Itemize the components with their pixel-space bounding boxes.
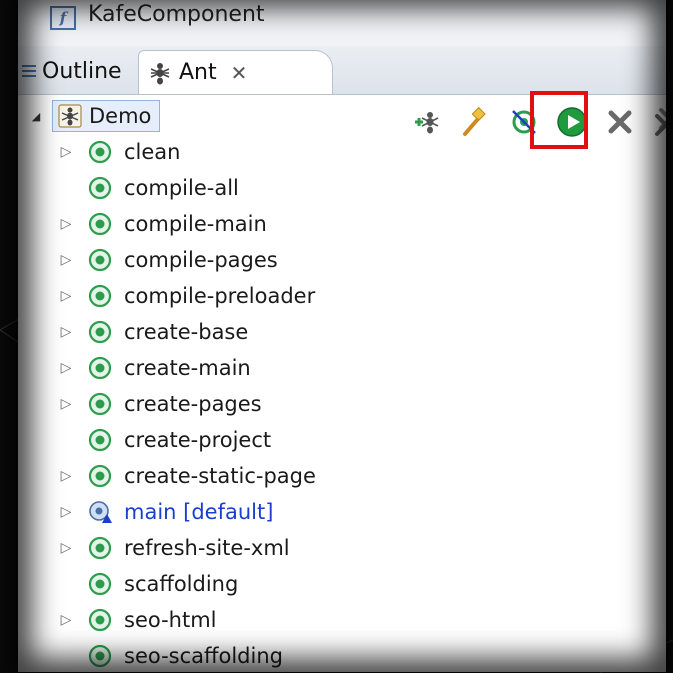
target-label: seo-html [124,608,217,632]
target-row[interactable]: ▷ create-main [58,350,251,386]
target-label: compile-preloader [124,284,316,308]
expand-icon[interactable]: ▷ [58,252,74,268]
target-icon [88,536,112,560]
target-icon [88,356,112,380]
expand-icon[interactable]: ▷ [58,288,74,304]
ant-icon [150,62,170,84]
tab-outline-label: Outline [42,58,122,84]
expand-icon[interactable]: ▷ [58,396,74,412]
tab-ant[interactable]: Ant ✕ [138,50,333,94]
expand-icon[interactable]: ▷ [58,468,74,484]
target-icon [88,248,112,272]
target-label: create-static-page [124,464,316,488]
target-icon [88,176,112,200]
buildfile-label: Demo [89,104,152,128]
target-label: refresh-site-xml [124,536,290,560]
buildfile-node-demo[interactable]: ◢ Demo [28,98,161,134]
target-label: compile-pages [124,248,278,272]
search-buildfile-button[interactable] [456,102,496,142]
add-buildfile-icon [415,112,439,134]
target-row[interactable]: ▷ create-base [58,314,249,350]
target-label: create-main [124,356,251,380]
run-button-highlight [530,91,588,149]
target-icon [88,608,112,632]
close-icon[interactable]: ✕ [231,61,248,85]
search-buildfile-icon [463,107,486,136]
outline-icon [22,62,36,80]
target-row[interactable]: ▷ main [default] [58,494,274,530]
target-label: scaffolding [124,572,239,596]
default-target-icon [89,501,112,523]
target-row[interactable]: ▷ clean [58,134,181,170]
target-label: create-pages [124,392,262,416]
target-row[interactable]: scaffolding [58,566,238,602]
target-row[interactable]: compile-all [58,170,239,206]
target-icon [88,212,112,236]
expand-icon[interactable]: ▷ [58,360,74,376]
remove-icon [608,110,632,134]
eclipse-panel: f KafeComponent Outline Ant ✕ ◢ Demo ▷ c… [18,0,666,672]
target-icon [88,140,112,164]
editor-tab-strip: f KafeComponent [18,0,666,47]
target-label: seo-scaffolding [124,644,283,668]
target-label: create-base [124,320,249,344]
target-row[interactable]: ▷ compile-main [58,206,267,242]
add-buildfile-button[interactable] [408,102,448,142]
target-label: compile-main [124,212,267,236]
file-type-icon: f [50,6,76,30]
editor-file-title[interactable]: KafeComponent [88,2,265,27]
target-row[interactable]: ▷ create-static-page [58,458,316,494]
target-label: create-project [124,428,272,452]
target-row[interactable]: create-project [58,422,271,458]
target-icon [88,572,112,596]
expand-icon[interactable]: ▷ [58,144,74,160]
target-label: clean [124,140,181,164]
target-row[interactable]: ▷ create-pages [58,386,262,422]
expand-icon[interactable]: ▷ [58,216,74,232]
tab-outline[interactable]: Outline [18,50,138,92]
buildfile-icon [58,104,82,128]
remove-all-icon [655,108,666,136]
target-row[interactable]: ▷ compile-pages [58,242,278,278]
buildfile-node-selection: Demo [52,100,161,132]
tab-ant-label: Ant [179,60,217,85]
target-icon [88,320,112,344]
target-label: main [default] [124,500,274,524]
expand-icon[interactable]: ▷ [58,540,74,556]
view-tab-bar: Outline Ant ✕ [18,46,666,149]
target-row[interactable]: ▷ compile-preloader [58,278,316,314]
expand-icon[interactable]: ▷ [58,504,74,520]
target-icon [88,284,112,308]
target-icon [88,428,112,452]
target-icon [88,464,112,488]
remove-all-button[interactable] [648,102,666,142]
expand-icon[interactable]: ▷ [58,612,74,628]
target-row[interactable]: ▷ seo-html [58,602,217,638]
expand-icon[interactable]: ▷ [58,324,74,340]
target-row[interactable]: ▷ refresh-site-xml [58,530,290,566]
remove-button[interactable] [600,102,640,142]
target-label: compile-all [124,176,239,200]
target-row[interactable]: seo-scaffolding [58,638,283,672]
collapse-icon[interactable]: ◢ [28,110,44,123]
target-icon [88,644,112,668]
target-icon [88,392,112,416]
